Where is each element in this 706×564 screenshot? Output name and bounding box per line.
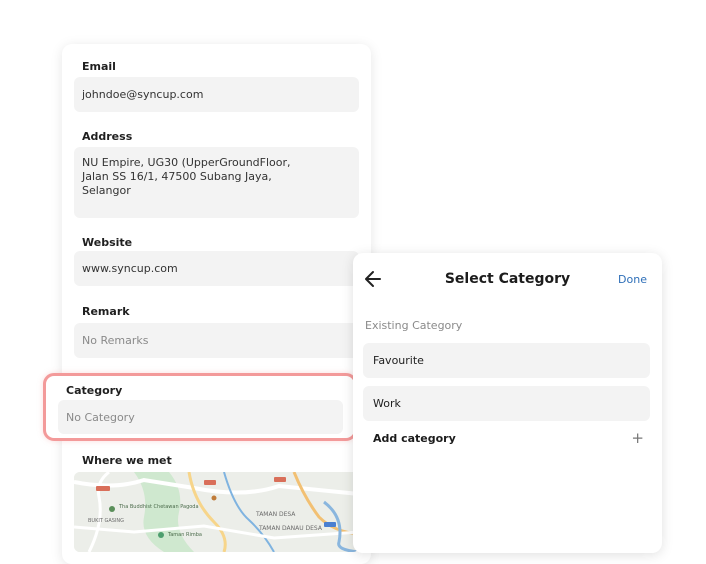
map-label-3: TAMAN DANAU DESA <box>258 525 323 532</box>
address-field[interactable]: NU Empire, UG30 (UpperGroundFloor, Jalan… <box>74 147 359 218</box>
email-label: Email <box>82 60 116 73</box>
add-category-button[interactable]: Add category + <box>363 427 650 449</box>
category-item-label: Favourite <box>373 354 424 367</box>
category-field-highlight: Category No Category <box>43 373 357 441</box>
website-label: Website <box>82 236 133 249</box>
existing-category-label: Existing Category <box>365 319 463 332</box>
map-label-0: Tha Buddhist Chetawan Pagoda <box>118 504 199 510</box>
map-label-4: Taman Rimba <box>167 532 202 538</box>
remark-field[interactable]: No Remarks <box>74 323 359 358</box>
category-item-label: Work <box>373 397 401 410</box>
email-field[interactable]: johndoe@syncup.com <box>74 77 359 112</box>
location-map[interactable]: Tha Buddhist Chetawan Pagoda BUKIT GASIN… <box>74 472 359 552</box>
select-category-panel: Select Category Done Existing Category F… <box>353 253 662 553</box>
category-item-work[interactable]: Work <box>363 386 650 421</box>
panel-title: Select Category <box>444 271 571 287</box>
plus-icon: + <box>631 429 644 447</box>
address-label: Address <box>82 130 133 143</box>
contact-form-card: Email johndoe@syncup.com Address NU Empi… <box>62 44 371 564</box>
category-field[interactable]: No Category <box>58 400 343 434</box>
add-category-label: Add category <box>373 431 456 445</box>
map-label-1: BUKIT GASING <box>88 518 124 524</box>
category-label: Category <box>66 384 123 397</box>
map-graphic: Tha Buddhist Chetawan Pagoda BUKIT GASIN… <box>74 472 359 552</box>
where-met-label: Where we met <box>82 454 172 467</box>
map-label-2: TAMAN DESA <box>255 511 296 518</box>
remark-label: Remark <box>82 305 130 318</box>
category-item-favourite[interactable]: Favourite <box>363 343 650 378</box>
done-button[interactable]: Done <box>618 273 647 286</box>
website-field[interactable]: www.syncup.com <box>74 251 359 286</box>
